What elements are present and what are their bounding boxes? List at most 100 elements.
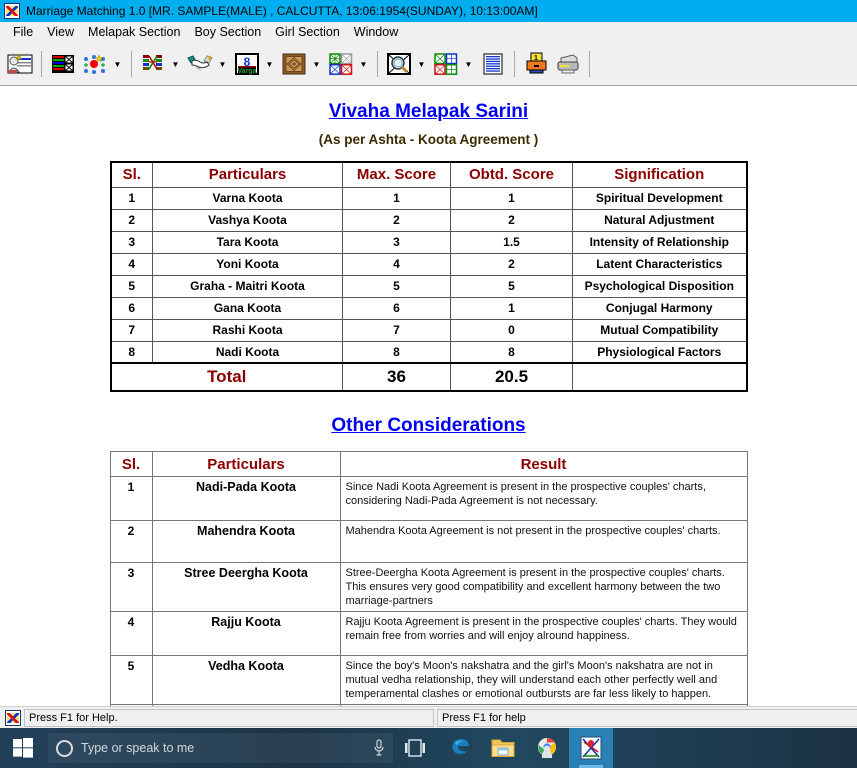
magnifier-chart-button[interactable] xyxy=(384,49,414,79)
cell-particulars: Stree Deergha Koota xyxy=(151,562,341,612)
window-titlebar: Marriage Matching 1.0 [MR. SAMPLE(MALE) … xyxy=(0,0,857,22)
cell-result: Since Nadi Koota Agreement is present in… xyxy=(339,476,748,521)
cortana-icon xyxy=(56,739,73,757)
table-row: 8 Nadi Koota 8 8 Physiological Factors xyxy=(110,340,747,364)
cell-particulars: Common Janma Rashi xyxy=(151,704,341,706)
table-row: 2 Vashya Koota 2 2 Natural Adjustment xyxy=(110,208,747,232)
stars-button[interactable] xyxy=(80,49,110,79)
cell-particulars: Varna Koota xyxy=(152,186,343,210)
varga-button[interactable]: 8 Varga xyxy=(232,49,262,79)
four-charts-dropdown-arrow[interactable]: ▼ xyxy=(357,49,370,79)
print-preview-icon: 1 xyxy=(526,52,547,74)
print-button[interactable] xyxy=(553,49,583,79)
start-button[interactable] xyxy=(0,728,46,768)
svg-text:Varga: Varga xyxy=(237,68,256,75)
status-help-message: Press F1 for help xyxy=(437,708,857,727)
edge-browser-icon xyxy=(452,739,469,755)
handshake-icon xyxy=(187,55,213,71)
table-row: 1 Varna Koota 1 1 Spiritual Development xyxy=(110,186,747,210)
cell-result: The boy's Moon and the girl's Moon fall … xyxy=(339,704,748,706)
statusbar: Press F1 for Help. Press F1 for help CAP… xyxy=(0,706,857,728)
file-explorer-icon xyxy=(491,739,515,757)
four-charts-button[interactable] xyxy=(326,49,356,79)
cell-obtd: 0 xyxy=(450,318,573,342)
cell-obtd: 8 xyxy=(450,340,573,364)
melapak-grid-dropdown-arrow[interactable]: ▼ xyxy=(169,49,182,79)
cell-sl: 1 xyxy=(110,186,153,210)
cell-max: 4 xyxy=(342,252,451,276)
frame-chart-button[interactable] xyxy=(279,49,309,79)
cell-obtd: 2 xyxy=(450,252,573,276)
menu-item-boy-section[interactable]: Boy Section xyxy=(187,23,268,41)
cell-particulars: Tara Koota xyxy=(152,230,343,254)
cell-max: 2 xyxy=(342,208,451,232)
magnifier-chart-dropdown-arrow[interactable]: ▼ xyxy=(415,49,428,79)
quad-grid-dropdown-arrow[interactable]: ▼ xyxy=(462,49,475,79)
cell-max: 7 xyxy=(342,318,451,342)
menu-item-melapak-section[interactable]: Melapak Section xyxy=(81,23,187,41)
handshake-button[interactable] xyxy=(185,49,215,79)
table-header-row: Sl. Particulars Result xyxy=(109,451,748,477)
cell-result: Mahendra Koota Agreement is not present … xyxy=(339,520,748,563)
edge-browser-button[interactable] xyxy=(437,728,481,768)
magnifier-chart-icon xyxy=(387,53,411,75)
quad-grid-button[interactable] xyxy=(431,49,461,79)
quad-grid-icon xyxy=(434,53,458,75)
task-view-button[interactable] xyxy=(393,728,437,768)
file-explorer-button[interactable] xyxy=(481,728,525,768)
col-header-max-score: Max. Score xyxy=(342,161,451,188)
horoscope-icon xyxy=(7,54,33,74)
frame-chart-icon xyxy=(282,53,306,75)
menu-item-file[interactable]: File xyxy=(6,23,40,41)
chrome-browser-icon xyxy=(538,738,556,758)
cell-sl: 5 xyxy=(109,655,153,705)
page-subtitle: (As per Ashta - Koota Agreement ) xyxy=(318,132,539,147)
page-title: Vivaha Melapak Sarini xyxy=(328,101,529,122)
table-row: 7 Rashi Koota 7 0 Mutual Compatibility xyxy=(110,318,747,342)
marriage-matching-app-button[interactable] xyxy=(569,728,613,768)
table-total-row: Total 36 20.5 xyxy=(110,362,747,392)
cell-signification: Natural Adjustment xyxy=(572,208,747,232)
cell-signification: Psychological Disposition xyxy=(572,274,747,298)
toolbar-separator xyxy=(131,51,132,77)
menu-item-view[interactable]: View xyxy=(40,23,81,41)
menu-item-girl-section[interactable]: Girl Section xyxy=(268,23,347,41)
table-row: 5 Graha - Maitri Koota 5 5 Psychological… xyxy=(110,274,747,298)
cell-sl: 2 xyxy=(110,208,153,232)
print-preview-button[interactable]: 1 xyxy=(521,49,551,79)
cell-particulars: Vedha Koota xyxy=(151,655,341,705)
chart-list-icon xyxy=(52,55,74,73)
varga-dropdown-arrow[interactable]: ▼ xyxy=(263,49,276,79)
stars-icon xyxy=(84,54,105,74)
document-area: Vivaha Melapak Sarini (As per Ashta - Ko… xyxy=(0,86,857,706)
cell-total-signification xyxy=(572,362,747,392)
cell-signification: Latent Characteristics xyxy=(572,252,747,276)
cell-total-label: Total xyxy=(110,362,343,392)
microphone-icon[interactable] xyxy=(373,739,385,757)
col-header-particulars: Particulars xyxy=(151,451,341,477)
search-input[interactable]: Type or speak to me xyxy=(48,733,393,763)
chrome-browser-button[interactable] xyxy=(525,728,569,768)
cell-sl: 6 xyxy=(109,704,153,706)
chart-list-button[interactable] xyxy=(48,49,78,79)
handshake-dropdown-arrow[interactable]: ▼ xyxy=(216,49,229,79)
other-considerations-table: Sl. Particulars Result 1 Nadi-Pada Koota… xyxy=(109,451,748,706)
horoscope-button[interactable] xyxy=(5,49,35,79)
melapak-grid-button[interactable] xyxy=(138,49,168,79)
cell-max: 8 xyxy=(342,340,451,364)
cell-sl: 4 xyxy=(109,611,153,656)
toolbar-separator xyxy=(514,51,515,77)
cell-signification: Physiological Factors xyxy=(572,340,747,364)
cell-particulars: Mahendra Koota xyxy=(151,520,341,563)
cell-result: Since the boy's Moon's nakshatra and the… xyxy=(339,655,748,705)
report-button[interactable] xyxy=(478,49,508,79)
cell-max: 6 xyxy=(342,296,451,320)
cell-obtd: 1 xyxy=(450,186,573,210)
table-row: 4 Rajju Koota Rajju Koota Agreement is p… xyxy=(109,611,748,656)
stars-dropdown-arrow[interactable]: ▼ xyxy=(111,49,124,79)
cell-total-max: 36 xyxy=(342,362,451,392)
cell-sl: 4 xyxy=(110,252,153,276)
menu-item-window[interactable]: Window xyxy=(347,23,405,41)
frame-chart-dropdown-arrow[interactable]: ▼ xyxy=(310,49,323,79)
taskbar: Type or speak to me xyxy=(0,728,857,768)
